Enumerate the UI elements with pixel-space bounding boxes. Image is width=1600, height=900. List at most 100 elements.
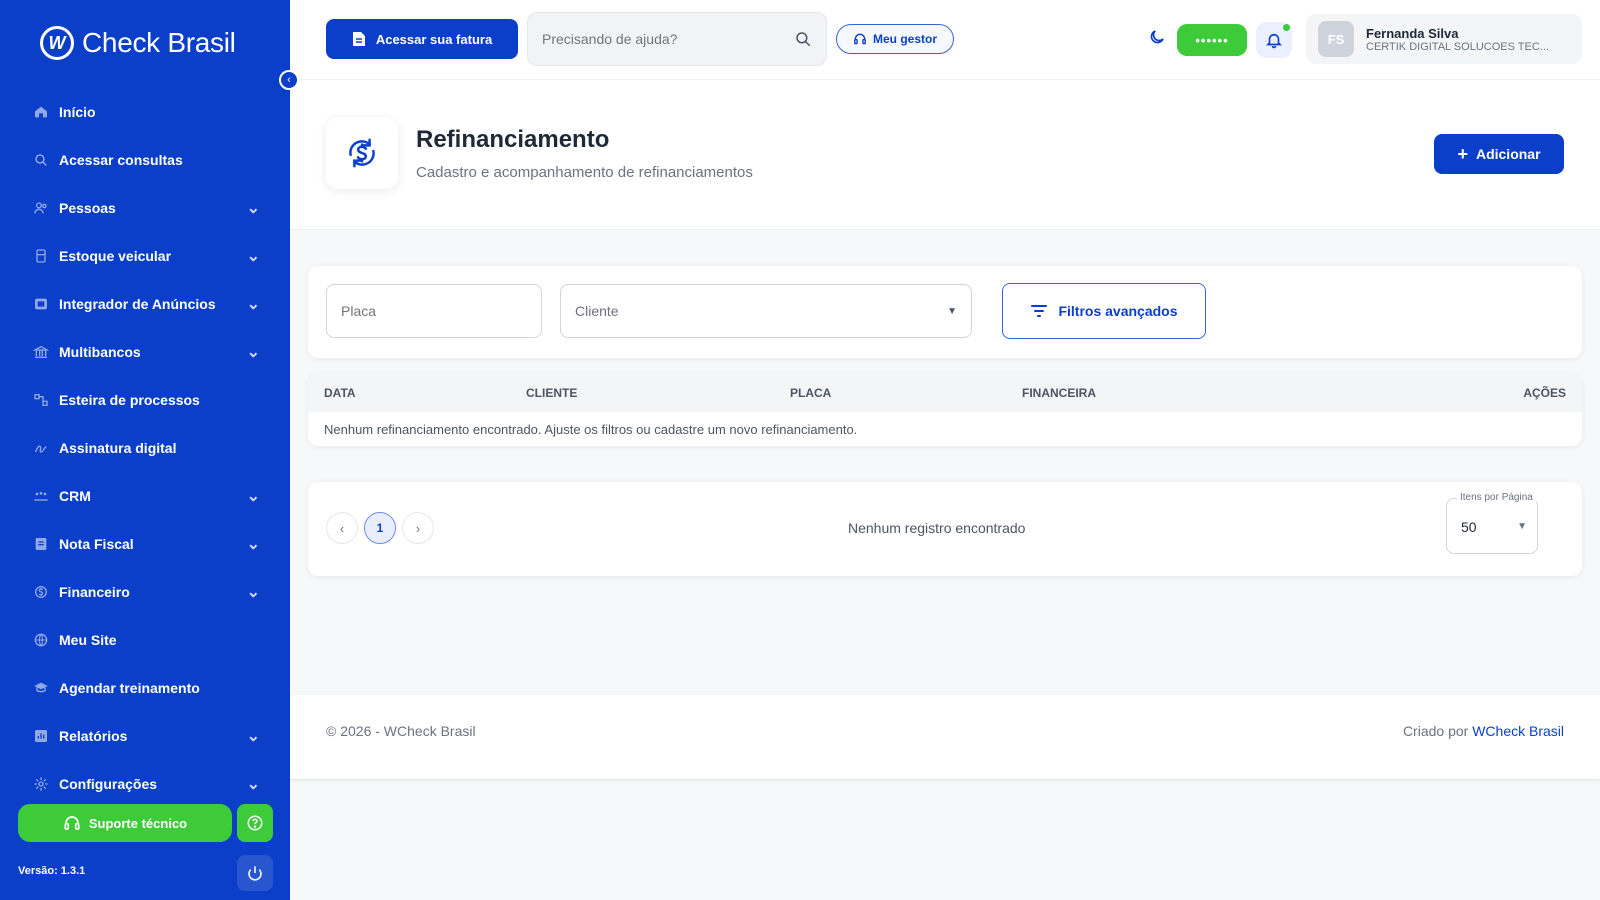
gear-icon: [33, 776, 49, 792]
sidebar-item-multibancos[interactable]: Multibancos ⌄: [0, 328, 290, 376]
sidebar-item-integrador-de-anuncios[interactable]: Integrador de Anúncios ⌄: [0, 280, 290, 328]
support-button[interactable]: Suporte técnico: [18, 804, 232, 842]
bank-icon: [33, 344, 49, 360]
chevron-down-icon: ⌄: [246, 776, 260, 793]
chevron-down-icon: ⌄: [246, 344, 260, 361]
created-by-link[interactable]: WCheck Brasil: [1472, 723, 1564, 739]
sidebar-item-assinatura-digital[interactable]: Assinatura digital: [0, 424, 290, 472]
sidebar-item-financeiro[interactable]: Financeiro ⌄: [0, 568, 290, 616]
crm-icon: [33, 488, 49, 504]
sidebar-item-crm[interactable]: CRM ⌄: [0, 472, 290, 520]
sidebar-item-label: Financeiro: [59, 584, 130, 600]
advanced-filters-button[interactable]: Filtros avançados: [1002, 283, 1206, 339]
sidebar-collapse-button[interactable]: ‹: [279, 70, 299, 90]
filter-icon: [1031, 305, 1048, 317]
items-per-page-select[interactable]: Itens por Página 50 ▼: [1446, 492, 1538, 554]
plate-input[interactable]: [341, 303, 527, 319]
question-icon: [247, 815, 263, 831]
items-per-page-value: 50: [1461, 519, 1477, 535]
sidebar-nav: Início Acessar consultas Pessoas ⌄ Estoque v…: [0, 88, 290, 808]
manager-button[interactable]: Meu gestor: [836, 24, 954, 54]
chevron-down-icon: ⌄: [246, 200, 260, 217]
page-header: Refinanciamento Cadastro e acompanhament…: [290, 80, 1600, 230]
sidebar-item-label: Pessoas: [59, 200, 116, 216]
sidebar-item-label: Relatórios: [59, 728, 128, 744]
sidebar-item-esteira-de-processos[interactable]: Esteira de processos: [0, 376, 290, 424]
pagination: ‹ 1 › Nenhum registro encontrado Itens p…: [308, 482, 1582, 576]
sidebar-item-label: Início: [59, 104, 96, 120]
column-header-data[interactable]: DATA: [324, 386, 356, 400]
chevron-down-icon: ⌄: [246, 296, 260, 313]
search-icon[interactable]: [794, 30, 812, 48]
refinance-table: DATA CLIENTE PLACA FINANCEIRA AÇÕES Nenh…: [308, 374, 1582, 446]
column-header-placa[interactable]: PLACA: [790, 386, 831, 400]
sidebar-item-label: Estoque veicular: [59, 248, 172, 264]
sidebar-item-pessoas[interactable]: Pessoas ⌄: [0, 184, 290, 232]
logout-button[interactable]: [237, 855, 273, 891]
sidebar-item-nota-fiscal[interactable]: Nota Fiscal ⌄: [0, 520, 290, 568]
chevron-down-icon: ⌄: [246, 584, 260, 601]
sidebar-item-label: Acessar consultas: [59, 152, 183, 168]
status-pill[interactable]: ••••••: [1177, 24, 1247, 56]
column-header-financeira[interactable]: FINANCEIRA: [1022, 386, 1096, 400]
sidebar-item-estoque-veicular[interactable]: Estoque veicular ⌄: [0, 232, 290, 280]
chevron-right-icon: ›: [415, 520, 421, 536]
client-select-placeholder: Cliente: [575, 303, 619, 319]
pagination-info: Nenhum registro encontrado: [848, 520, 1026, 536]
user-menu[interactable]: FS Fernanda Silva CERTIK DIGITAL SOLUCOE…: [1306, 14, 1582, 64]
sidebar-item-label: Meu Site: [59, 632, 117, 648]
help-search[interactable]: [527, 12, 827, 66]
car-icon: [33, 248, 49, 264]
sidebar-item-meu-site[interactable]: Meu Site: [0, 616, 290, 664]
page-number-button[interactable]: 1: [364, 512, 396, 544]
sidebar-item-label: Configurações: [59, 776, 158, 792]
chevron-down-icon: ⌄: [246, 488, 260, 505]
column-header-cliente[interactable]: CLIENTE: [526, 386, 577, 400]
client-select[interactable]: Cliente ▼: [560, 284, 972, 338]
invoice-button[interactable]: Acessar sua fatura: [326, 19, 518, 59]
help-search-input[interactable]: [542, 31, 794, 47]
sidebar: W Check Brasil Início Acessar consultas Pe…: [0, 0, 290, 900]
search-icon: [33, 152, 49, 168]
chevron-left-icon: ‹: [287, 74, 291, 86]
sidebar-item-label: Agendar treinamento: [59, 680, 200, 696]
power-icon: [248, 866, 262, 881]
page-title: Refinanciamento: [416, 126, 610, 153]
theme-toggle[interactable]: [1148, 28, 1166, 51]
globe-icon: [33, 632, 49, 648]
add-label: Adicionar: [1475, 146, 1541, 162]
moon-icon: [1150, 30, 1164, 44]
footer: © 2026 - WCheck Brasil Criado por WCheck…: [290, 695, 1600, 780]
copyright: © 2026 - WCheck Brasil: [326, 723, 476, 739]
sidebar-item-inicio[interactable]: Início: [0, 88, 290, 136]
sidebar-item-label: Integrador de Anúncios: [59, 296, 216, 312]
finance-icon: [33, 584, 49, 600]
notifications-button[interactable]: [1256, 22, 1292, 58]
filters-card: Cliente ▼ Filtros avançados: [308, 266, 1582, 358]
next-page-button[interactable]: ›: [402, 512, 434, 544]
manager-label: Meu gestor: [872, 32, 937, 46]
sidebar-item-label: Assinatura digital: [59, 440, 177, 456]
created-by: Criado por WCheck Brasil: [1403, 723, 1564, 739]
help-button[interactable]: [237, 804, 273, 842]
prev-page-button[interactable]: ‹: [326, 512, 358, 544]
sidebar-item-acessar-consultas[interactable]: Acessar consultas: [0, 136, 290, 184]
created-by-text: Criado por: [1402, 723, 1469, 739]
brand-logo[interactable]: W Check Brasil: [40, 26, 236, 60]
caret-down-icon: ▼: [947, 305, 957, 317]
headset-icon: [64, 816, 80, 830]
avatar: FS: [1318, 21, 1354, 57]
ads-icon: [33, 296, 49, 312]
topbar: Acessar sua fatura Meu gestor •••••• FS …: [290, 0, 1600, 80]
sidebar-item-configuracoes[interactable]: Configurações ⌄: [0, 760, 290, 808]
sidebar-item-label: Esteira de processos: [59, 392, 200, 408]
sidebar-item-agendar-treinamento[interactable]: Agendar treinamento: [0, 664, 290, 712]
refinance-icon: [326, 117, 398, 189]
column-header-acoes: AÇÕES: [1523, 386, 1566, 400]
sidebar-item-label: CRM: [59, 488, 91, 504]
page-subtitle: Cadastro e acompanhamento de refinanciam…: [416, 164, 753, 181]
add-button[interactable]: + Adicionar: [1434, 134, 1564, 174]
sidebar-item-relatorios[interactable]: Relatórios ⌄: [0, 712, 290, 760]
user-name: Fernanda Silva: [1366, 25, 1459, 41]
plate-field[interactable]: [326, 284, 542, 338]
